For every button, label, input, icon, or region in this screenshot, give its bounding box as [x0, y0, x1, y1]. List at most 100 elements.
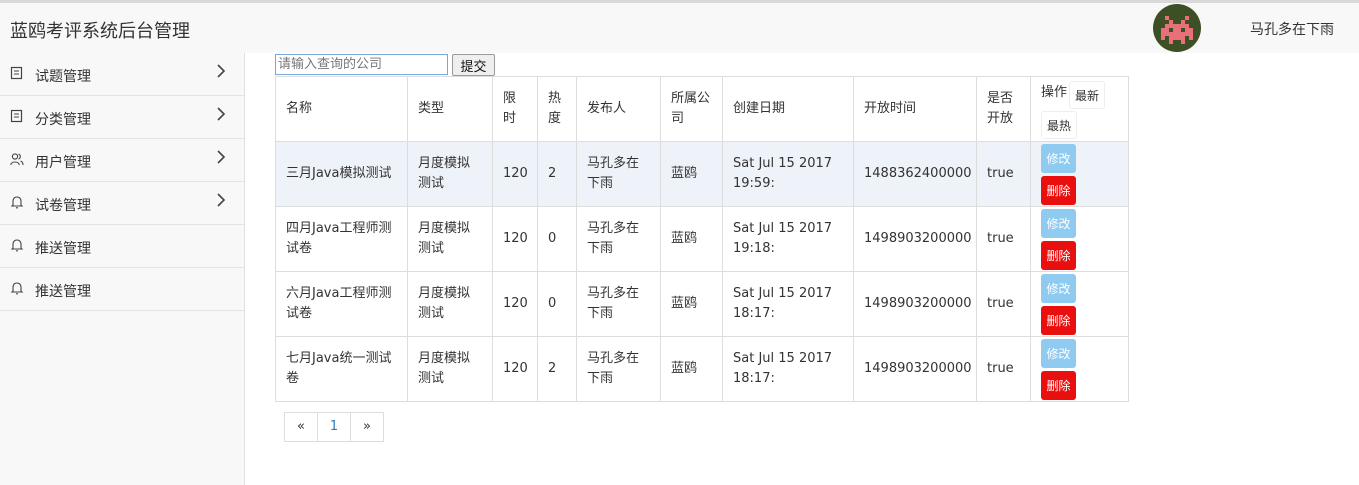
pixel-invader-avatar-icon: [1161, 16, 1193, 44]
cell-created: Sat Jul 15 2017 18:17:: [722, 271, 854, 337]
cell-company: 蓝鸥: [660, 271, 723, 337]
ops-header-label: 操作: [1041, 85, 1068, 100]
chevron-right-icon: [217, 107, 226, 121]
cell-publisher: 马孔多在下雨: [576, 271, 661, 337]
cell-company: 蓝鸥: [660, 206, 723, 272]
avatar[interactable]: [1153, 4, 1201, 52]
cell-heat: 2: [537, 336, 577, 402]
bell-icon: [10, 239, 24, 252]
cell-time-limit: 120: [492, 336, 538, 402]
sidebar-item-push-1[interactable]: 推送管理: [0, 225, 244, 268]
table-row: 六月Java工程师测试卷 月度模拟测试 120 0 马孔多在下雨 蓝鸥 Sat …: [275, 271, 1129, 337]
edit-button[interactable]: 修改: [1041, 144, 1076, 173]
delete-button[interactable]: 删除: [1041, 371, 1076, 400]
delete-button[interactable]: 删除: [1041, 306, 1076, 335]
cell-ops: 修改 删除: [1030, 141, 1129, 207]
bell-icon: [10, 282, 24, 295]
username[interactable]: 马孔多在下雨: [1250, 19, 1334, 39]
cell-open-time: 1498903200000: [853, 206, 977, 272]
cell-heat: 2: [537, 141, 577, 207]
app-title: 蓝鸥考评系统后台管理: [10, 21, 190, 42]
app-header: 蓝鸥考评系统后台管理 马孔多在下雨: [0, 3, 1359, 53]
cell-ops: 修改 删除: [1030, 206, 1129, 272]
cell-time-limit: 120: [492, 206, 538, 272]
cell-is-open: true: [976, 206, 1031, 272]
cell-name: 六月Java工程师测试卷: [275, 271, 408, 337]
cell-is-open: true: [976, 336, 1031, 402]
table-row: 四月Java工程师测试卷 月度模拟测试 120 0 马孔多在下雨 蓝鸥 Sat …: [275, 206, 1129, 272]
cell-heat: 0: [537, 206, 577, 272]
cell-ops: 修改 删除: [1030, 271, 1129, 337]
cell-is-open: true: [976, 141, 1031, 207]
sidebar-item-label: 试题管理: [35, 69, 91, 85]
sidebar-item-label: 推送管理: [35, 241, 91, 257]
cell-created: Sat Jul 15 2017 18:17:: [722, 336, 854, 402]
cell-open-time: 1498903200000: [853, 271, 977, 337]
cell-name: 四月Java工程师测试卷: [275, 206, 408, 272]
sidebar-item-categories[interactable]: 分类管理: [0, 96, 244, 139]
sort-hottest-button[interactable]: 最热: [1041, 111, 1077, 139]
col-header-heat: 热度: [537, 76, 577, 142]
pagination-page-1[interactable]: 1: [317, 412, 351, 442]
cell-name: 三月Java模拟测试: [275, 141, 408, 207]
cell-publisher: 马孔多在下雨: [576, 206, 661, 272]
users-icon: [10, 153, 24, 166]
cell-created: Sat Jul 15 2017 19:18:: [722, 206, 854, 272]
sidebar-item-questions[interactable]: 试题管理: [0, 53, 244, 96]
cell-type: 月度模拟测试: [407, 141, 493, 207]
delete-button[interactable]: 删除: [1041, 241, 1076, 270]
sidebar-item-label: 推送管理: [35, 284, 91, 300]
sort-newest-button[interactable]: 最新: [1069, 81, 1105, 109]
company-search-input[interactable]: [275, 54, 448, 75]
cell-type: 月度模拟测试: [407, 271, 493, 337]
pagination: « 1 »: [284, 412, 384, 442]
col-header-created: 创建日期: [722, 76, 854, 142]
col-header-is-open: 是否开放: [976, 76, 1031, 142]
cell-time-limit: 120: [492, 141, 538, 207]
document-icon: [10, 66, 23, 80]
col-header-open-time: 开放时间: [853, 76, 977, 142]
sidebar-item-papers[interactable]: 试卷管理: [0, 182, 244, 225]
table-row: 七月Java统一测试卷 月度模拟测试 120 2 马孔多在下雨 蓝鸥 Sat J…: [275, 336, 1129, 402]
pagination-prev[interactable]: «: [284, 412, 318, 442]
cell-created: Sat Jul 15 2017 19:59:: [722, 141, 854, 207]
cell-type: 月度模拟测试: [407, 206, 493, 272]
cell-open-time: 1488362400000: [853, 141, 977, 207]
delete-button[interactable]: 删除: [1041, 176, 1076, 205]
col-header-type: 类型: [407, 76, 493, 142]
cell-company: 蓝鸥: [660, 336, 723, 402]
table-row: 三月Java模拟测试 月度模拟测试 120 2 马孔多在下雨 蓝鸥 Sat Ju…: [275, 141, 1129, 207]
chevron-right-icon: [217, 64, 226, 78]
table-header-row: 名称 类型 限时 热度 发布人 所属公司 创建日期 开放时间 是否开放 操作 最…: [275, 76, 1129, 142]
document-icon: [10, 109, 23, 123]
cell-is-open: true: [976, 271, 1031, 337]
col-header-ops: 操作 最新 最热: [1030, 76, 1129, 142]
cell-company: 蓝鸥: [660, 141, 723, 207]
edit-button[interactable]: 修改: [1041, 274, 1076, 303]
bell-icon: [10, 196, 24, 209]
chevron-right-icon: [217, 193, 226, 207]
col-header-name: 名称: [275, 76, 408, 142]
cell-time-limit: 120: [492, 271, 538, 337]
chevron-right-icon: [217, 150, 226, 164]
cell-publisher: 马孔多在下雨: [576, 141, 661, 207]
cell-type: 月度模拟测试: [407, 336, 493, 402]
edit-button[interactable]: 修改: [1041, 209, 1076, 238]
col-header-time-limit: 限时: [492, 76, 538, 142]
sidebar-item-label: 分类管理: [35, 112, 91, 128]
cell-heat: 0: [537, 271, 577, 337]
col-header-company: 所属公司: [660, 76, 723, 142]
cell-publisher: 马孔多在下雨: [576, 336, 661, 402]
sidebar-item-label: 试卷管理: [35, 198, 91, 214]
exam-table: 名称 类型 限时 热度 发布人 所属公司 创建日期 开放时间 是否开放 操作 最…: [275, 76, 1129, 402]
edit-button[interactable]: 修改: [1041, 339, 1076, 368]
sidebar-item-label: 用户管理: [35, 155, 91, 171]
cell-ops: 修改 删除: [1030, 336, 1129, 402]
sidebar-item-users[interactable]: 用户管理: [0, 139, 244, 182]
submit-button[interactable]: 提交: [452, 54, 495, 76]
cell-name: 七月Java统一测试卷: [275, 336, 408, 402]
sidebar-item-push-2[interactable]: 推送管理: [0, 268, 244, 311]
pagination-next[interactable]: »: [350, 412, 384, 442]
cell-open-time: 1498903200000: [853, 336, 977, 402]
col-header-publisher: 发布人: [576, 76, 661, 142]
